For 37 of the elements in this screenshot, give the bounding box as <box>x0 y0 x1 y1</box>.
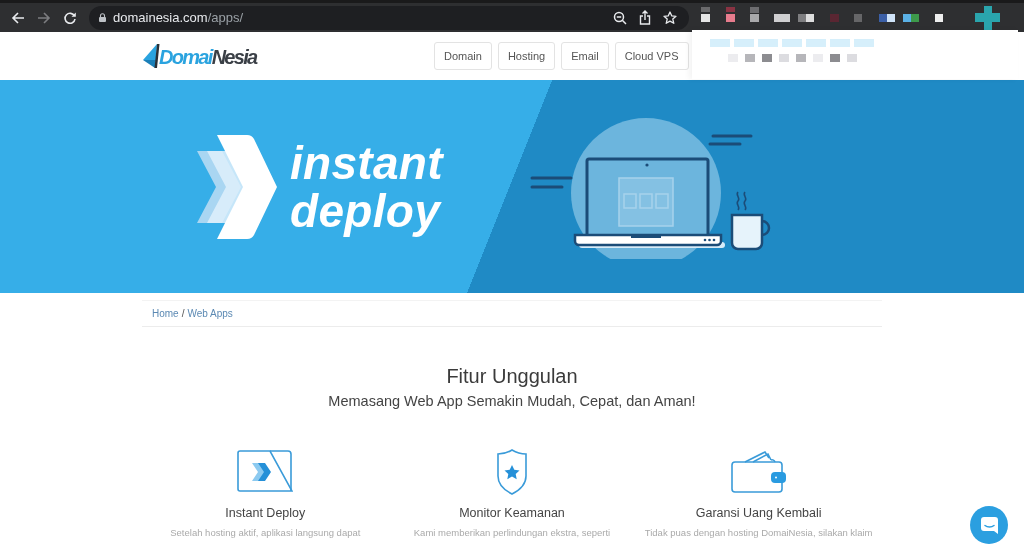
breadcrumb-link[interactable]: Home <box>152 308 179 319</box>
nav-button[interactable]: Domain <box>434 42 492 70</box>
shield-star-icon <box>496 448 528 495</box>
nav-button[interactable]: Hosting <box>497 42 556 70</box>
feature-title: Instant Deploy <box>225 505 306 521</box>
feature-description: Kami memberikan perlindungan ekstra, seperti <box>413 527 611 539</box>
section-subtitle: Memasang Web App Semakin Mudah, Cepat, dan Aman! <box>328 392 696 410</box>
pixelated-extension-icon[interactable] <box>726 7 735 22</box>
forward-arrow-icon[interactable] <box>37 10 51 25</box>
back-arrow-icon[interactable] <box>11 10 25 25</box>
breadcrumb-separator: / <box>181 308 185 319</box>
pixelated-extension-icon[interactable] <box>701 7 710 22</box>
feature-description: Tidak puas dengan hosting DomaiNesia, silakan klaim <box>644 527 873 539</box>
feature-description: Setelah hosting aktif, aplikasi langsung dapat <box>170 527 361 539</box>
pixelated-extension-icon[interactable] <box>879 14 895 22</box>
nav-button[interactable]: Email <box>561 42 609 70</box>
chat-icon <box>980 516 998 534</box>
pixelated-extension-icon[interactable] <box>750 7 759 22</box>
lock-icon <box>99 13 106 22</box>
banner-title: instant deploy <box>290 138 443 235</box>
feature-title: Monitor Keamanan <box>459 505 565 521</box>
breadcrumb-link[interactable]: Web Apps <box>187 308 233 319</box>
reload-icon[interactable] <box>63 10 77 25</box>
chat-button[interactable] <box>970 506 1008 544</box>
wallet-icon <box>730 450 787 493</box>
star-icon[interactable] <box>663 10 677 25</box>
address-bar[interactable]: domainesia.com/apps/ <box>89 5 689 30</box>
feature-title: Garansi Uang Kembali <box>695 505 822 521</box>
pixelated-plus-icon[interactable] <box>975 6 1000 31</box>
deploy-window-icon <box>237 450 294 493</box>
logo-text[interactable]: DomaiNesia <box>159 46 257 68</box>
zoom-icon[interactable] <box>613 10 627 25</box>
share-icon[interactable] <box>639 10 651 25</box>
nav-button[interactable]: Cloud VPS <box>614 42 689 70</box>
url-text: domainesia.com/apps/ <box>113 10 244 25</box>
logo-icon[interactable] <box>142 44 160 68</box>
section-title: Fitur Unggulan <box>446 364 578 388</box>
